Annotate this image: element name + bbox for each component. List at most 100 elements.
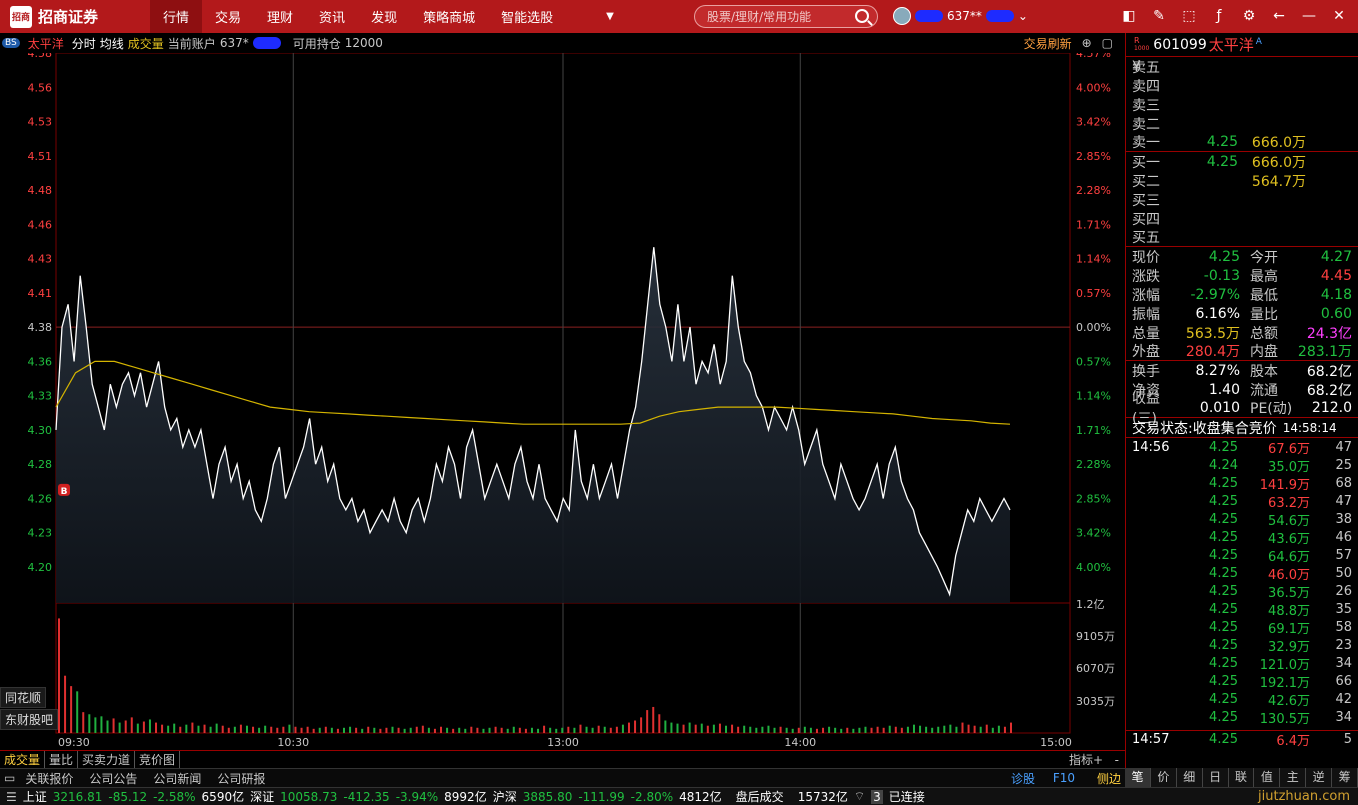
after-hours-label: 盘后成交	[735, 790, 784, 804]
tab-volume[interactable]: 成交量	[0, 751, 46, 768]
volume-bar	[464, 728, 467, 733]
side-widget-eastmoney[interactable]: 东财股吧	[0, 709, 59, 730]
volume-bar	[500, 727, 503, 733]
zoom-out-button[interactable]: -	[1115, 753, 1119, 767]
buy-level-1[interactable]: 买一 4.25 666.0万	[1126, 152, 1358, 171]
avatar[interactable]	[893, 7, 911, 25]
nav-strategy-mall[interactable]: 策略商城	[410, 0, 488, 33]
volume-bar	[136, 723, 139, 733]
volume-tick-label: 3035万	[1076, 695, 1115, 708]
quote-tab-8[interactable]: 筹	[1332, 768, 1358, 787]
y-tick-label: 4.56	[28, 81, 53, 94]
buy-level-2[interactable]: 买二 564.7万	[1126, 171, 1358, 190]
sell-level-3[interactable]: 卖三	[1126, 95, 1358, 114]
news-announcements[interactable]: 公司公告	[89, 770, 137, 787]
volume-bar	[603, 726, 606, 733]
sidebar-button[interactable]: 侧边	[1097, 770, 1121, 787]
mode-volume[interactable]: 成交量	[128, 35, 164, 52]
user-menu[interactable]: 637** ⌄	[893, 7, 1028, 25]
minimize-icon[interactable]: —	[1298, 5, 1320, 27]
tick-volume: 36.5万	[1268, 585, 1310, 601]
stat-value: 280.4万	[1185, 344, 1240, 360]
news-related-quotes[interactable]: 关联报价	[25, 770, 73, 787]
volume-bar	[731, 724, 734, 733]
news-company-news[interactable]: 公司新闻	[153, 770, 201, 787]
connection-status[interactable]: 已连接	[889, 788, 925, 805]
status-bar: ☰ 上证 3216.81 -85.12 -2.58% 6590亿 深证 1005…	[0, 787, 1358, 805]
chevron-down-icon[interactable]: ⌄	[1018, 9, 1028, 23]
sell-level-4[interactable]: 卖四	[1126, 76, 1358, 95]
settings-circle-icon[interactable]: ⊕	[1082, 36, 1092, 50]
sh-label[interactable]: 上证	[23, 788, 47, 805]
search-icon[interactable]	[855, 9, 869, 23]
panel-toggle-icon[interactable]: ▭	[4, 771, 15, 785]
buy-level-3[interactable]: 买三	[1126, 190, 1358, 209]
volume-bar	[803, 726, 806, 733]
volume-bar	[336, 728, 339, 733]
tool1-icon[interactable]: ◧	[1118, 5, 1140, 27]
nav-news[interactable]: 资讯	[306, 0, 358, 33]
ob-label: 卖四	[1132, 78, 1160, 95]
gear-icon[interactable]: ⚙	[1238, 5, 1260, 27]
nav-finance[interactable]: 理财	[254, 0, 306, 33]
tab-buy-sell-force[interactable]: 买卖力道	[78, 751, 136, 768]
sell-level-2[interactable]: 卖二	[1126, 114, 1358, 133]
tick-volume: 42.6万	[1268, 693, 1310, 709]
search-input[interactable]: 股票/理财/常用功能	[707, 8, 811, 25]
trade-refresh-button[interactable]: 交易刷新	[1024, 35, 1072, 52]
sz-label[interactable]: 深证	[250, 788, 274, 805]
quote-tab-5[interactable]: 值	[1254, 768, 1281, 787]
nav-trade[interactable]: 交易	[202, 0, 254, 33]
close-icon[interactable]: ✕	[1328, 5, 1350, 27]
index-icon[interactable]: ☰	[6, 790, 17, 804]
ob-label: 卖一	[1132, 135, 1160, 151]
nav-smart-pick[interactable]: 智能选股	[488, 0, 566, 33]
buy-level-4[interactable]: 买四	[1126, 209, 1358, 228]
tick-count: 47	[1335, 439, 1352, 455]
volume-bar	[415, 726, 418, 733]
diagnose-button[interactable]: 诊股	[1011, 770, 1035, 787]
search-box[interactable]: 股票/理财/常用功能	[694, 5, 878, 28]
side-widget-ths[interactable]: 同花顺	[0, 687, 47, 708]
sell-level-1[interactable]: 卖一 4.25 666.0万	[1126, 133, 1358, 152]
quote-tab-4[interactable]: 联	[1229, 768, 1255, 787]
nav-more-dropdown-icon[interactable]: ▼	[606, 11, 614, 22]
edit-icon[interactable]: ✎	[1148, 5, 1170, 27]
bs-badge[interactable]: BS	[2, 38, 20, 48]
tab-volume-ratio[interactable]: 量比	[45, 751, 79, 768]
quote-tab-3[interactable]: 日	[1203, 768, 1229, 787]
volume-bar	[767, 725, 770, 733]
tab-auction[interactable]: 竞价图	[135, 751, 181, 768]
news-research[interactable]: 公司研报	[217, 770, 265, 787]
volume-bar	[931, 727, 934, 733]
hs-label[interactable]: 沪深	[493, 788, 517, 805]
expand-icon[interactable]: ▢	[1102, 36, 1113, 50]
cube-icon[interactable]: ⬚	[1178, 5, 1200, 27]
quote-tab-6[interactable]: 主	[1280, 768, 1307, 787]
zoom-in-button[interactable]: +	[1093, 753, 1103, 767]
formula-icon[interactable]: ƒ	[1208, 5, 1230, 27]
y-tick-label: 4.38	[28, 321, 53, 334]
indicator-button[interactable]: 指标	[1069, 751, 1093, 768]
quote-tab-7[interactable]: 逆	[1306, 768, 1333, 787]
volume-bar	[634, 720, 637, 733]
mode-avg[interactable]: 均线	[100, 35, 124, 52]
sell-level-5[interactable]: 卖五 ¥	[1126, 57, 1358, 76]
y-tick-pct-label: 4.00%	[1076, 561, 1111, 574]
f10-button[interactable]: F10	[1053, 771, 1075, 785]
nav-market[interactable]: 行情	[150, 0, 203, 33]
volume-bar	[209, 726, 212, 733]
volume-bar	[245, 725, 248, 733]
tick-volume: 141.9万	[1259, 477, 1310, 493]
y-tick-pct-label: 2.85%	[1076, 492, 1111, 505]
quote-tab-1[interactable]: 价	[1151, 768, 1177, 787]
buy-level-5[interactable]: 买五	[1126, 228, 1358, 247]
nav-discover[interactable]: 发现	[358, 0, 410, 33]
mode-intraday[interactable]: 分时	[72, 35, 96, 52]
volume-bar	[512, 726, 515, 733]
quote-tab-0[interactable]: 笔	[1125, 768, 1151, 787]
hs-change: -111.99	[578, 789, 625, 804]
intraday-chart[interactable]: 4.58 4.57% 4.56 4.00% 4.53 3.42% 4.51 2.85% 4.48…	[0, 53, 1125, 750]
quote-tab-2[interactable]: 细	[1177, 768, 1203, 787]
back-icon[interactable]: ←	[1268, 5, 1290, 27]
